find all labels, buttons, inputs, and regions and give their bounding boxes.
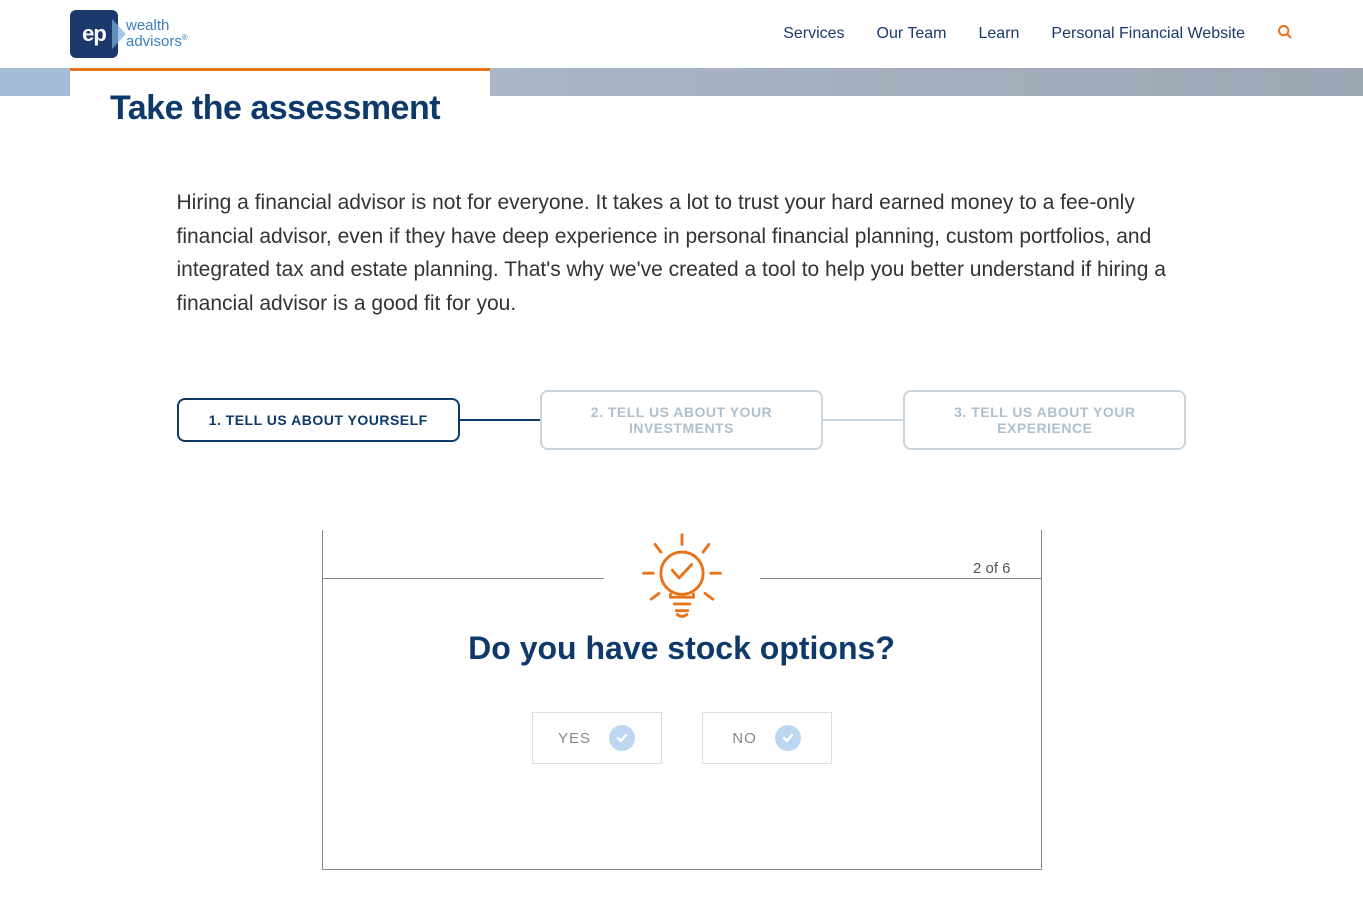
check-icon	[609, 725, 635, 751]
logo-text: wealth advisors®	[126, 18, 188, 51]
logo-text-line2: advisors®	[126, 34, 188, 51]
check-icon	[775, 725, 801, 751]
search-icon[interactable]	[1277, 24, 1293, 45]
step-3[interactable]: 3. TELL US ABOUT YOUR EXPERIENCE	[903, 390, 1186, 450]
nav-services[interactable]: Services	[783, 25, 844, 43]
option-no[interactable]: NO	[702, 712, 832, 764]
nav-learn[interactable]: Learn	[979, 25, 1020, 43]
logo-initials: ep	[82, 21, 106, 47]
step-1[interactable]: 1. TELL US ABOUT YOURSELF	[177, 398, 460, 442]
question-text: Do you have stock options?	[363, 630, 1001, 667]
logo-mark: ep	[70, 10, 118, 58]
lightbulb-icon	[604, 530, 760, 631]
question-card-wrap: 2 of 6 Do you have stock options? YES NO	[322, 530, 1042, 870]
option-label: YES	[558, 730, 591, 747]
progress-indicator: 2 of 6	[973, 560, 1011, 577]
nav-our-team[interactable]: Our Team	[877, 25, 947, 43]
options-row: YES NO	[363, 712, 1001, 764]
logo[interactable]: ep wealth advisors®	[70, 10, 188, 58]
step-indicator: 1. TELL US ABOUT YOURSELF 2. TELL US ABO…	[177, 390, 1187, 450]
main-nav: Services Our Team Learn Personal Financi…	[783, 24, 1293, 45]
intro-text: Hiring a financial advisor is not for ev…	[177, 186, 1187, 320]
step-connector	[823, 419, 903, 421]
chevron-right-icon	[112, 19, 126, 49]
option-label: NO	[732, 730, 757, 747]
title-tab: Take the assessment	[70, 68, 490, 146]
header: ep wealth advisors® Services Our Team Le…	[0, 0, 1363, 68]
nav-personal-financial-website[interactable]: Personal Financial Website	[1051, 25, 1245, 43]
step-connector	[460, 419, 540, 421]
option-yes[interactable]: YES	[532, 712, 662, 764]
page-title: Take the assessment	[110, 89, 440, 128]
step-2[interactable]: 2. TELL US ABOUT YOUR INVESTMENTS	[540, 390, 823, 450]
main-content: Hiring a financial advisor is not for ev…	[107, 146, 1257, 870]
logo-text-line1: wealth	[126, 18, 188, 35]
